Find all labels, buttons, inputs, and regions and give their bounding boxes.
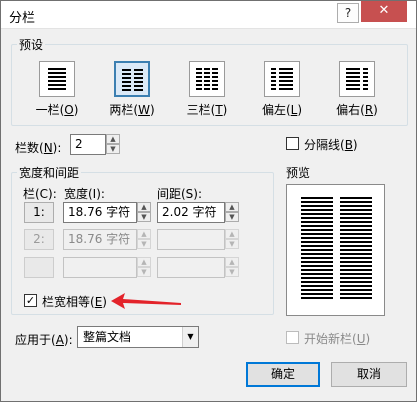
width-input-2: 18.76 字符 bbox=[63, 229, 137, 250]
column-number-1[interactable]: 1: bbox=[24, 202, 54, 223]
ok-button[interactable]: 确定 bbox=[246, 362, 320, 387]
column-number-3 bbox=[24, 257, 54, 278]
width-spacing-group-label: 宽度和间距 bbox=[17, 164, 82, 181]
column-count-label: 栏数(N): bbox=[15, 141, 62, 155]
width-input-3 bbox=[63, 257, 137, 278]
divider-label: 分隔线(B) bbox=[304, 138, 358, 152]
apply-to-select[interactable]: 整篇文档 ▼ bbox=[77, 326, 199, 348]
preset-right-label: 偏右( bbox=[336, 103, 365, 117]
preset-three-columns[interactable]: 三栏(T) bbox=[177, 61, 237, 118]
left-column-icon bbox=[264, 61, 300, 97]
annotation-arrow-icon bbox=[111, 293, 181, 309]
apply-to-value: 整篇文档 bbox=[83, 330, 132, 344]
spacing-input-2 bbox=[157, 229, 225, 250]
cancel-button[interactable]: 取消 bbox=[331, 362, 407, 387]
title-bar: 分栏 ? ✕ bbox=[1, 1, 416, 29]
spin-down-icon[interactable]: ▼ bbox=[106, 144, 120, 154]
chevron-down-icon[interactable]: ▼ bbox=[182, 327, 198, 347]
width-spinner-2: ▲ ▼ bbox=[137, 229, 151, 250]
spacing-spinner-1[interactable]: ▲ ▼ bbox=[225, 202, 239, 223]
preset-left-label: 偏左( bbox=[261, 103, 291, 117]
preset-left[interactable]: 偏左(L) bbox=[252, 61, 312, 118]
spacing-spinner-2: ▲ ▼ bbox=[225, 229, 239, 250]
spin-up-icon[interactable]: ▲ bbox=[106, 134, 120, 144]
equal-width-checkbox[interactable]: ✓ bbox=[24, 294, 37, 307]
width-spinner-1[interactable]: ▲ ▼ bbox=[137, 202, 151, 223]
one-column-icon bbox=[39, 61, 75, 97]
column-count-input[interactable]: 2 bbox=[70, 134, 106, 155]
width-spinner-3: ▲ ▼ bbox=[137, 257, 151, 278]
columns-dialog: 分栏 ? ✕ 预设 一栏(O) 两栏(W) 三栏(T) 偏左(L) 偏右(R) … bbox=[0, 0, 417, 402]
preset-three-columns-label: 三栏( bbox=[186, 103, 216, 117]
three-columns-icon bbox=[189, 61, 225, 97]
preset-two-columns-label: 两栏( bbox=[109, 103, 139, 117]
spacing-input-3 bbox=[157, 257, 225, 278]
new-column-checkbox bbox=[286, 331, 299, 344]
width-header: 宽度(I): bbox=[64, 187, 105, 201]
column-number-2: 2: bbox=[24, 229, 54, 250]
divider-checkbox[interactable] bbox=[286, 137, 299, 150]
equal-width-label: 栏宽相等(E) bbox=[42, 295, 107, 309]
presets-group-label: 预设 bbox=[17, 36, 46, 53]
preset-one-column[interactable]: 一栏(O) bbox=[27, 61, 87, 118]
apply-to-label: 应用于(A): bbox=[15, 333, 73, 347]
help-button[interactable]: ? bbox=[337, 3, 359, 23]
preview-label: 预览 bbox=[286, 166, 311, 180]
spacing-input-1[interactable]: 2.02 字符 bbox=[157, 202, 225, 223]
two-columns-icon bbox=[114, 61, 150, 97]
preset-one-column-label: 一栏( bbox=[35, 103, 65, 117]
dialog-title: 分栏 bbox=[9, 11, 36, 26]
right-column-icon bbox=[339, 61, 375, 97]
close-button[interactable]: ✕ bbox=[361, 1, 407, 22]
spacing-spinner-3: ▲ ▼ bbox=[225, 257, 239, 278]
col-header: 栏(C): bbox=[23, 187, 57, 201]
preset-right[interactable]: 偏右(R) bbox=[327, 61, 387, 118]
spacing-header: 间距(S): bbox=[157, 187, 203, 201]
width-input-1[interactable]: 18.76 字符 bbox=[63, 202, 137, 223]
preset-two-columns[interactable]: 两栏(W) bbox=[102, 61, 162, 118]
preview-page bbox=[286, 184, 385, 316]
column-count-spinner[interactable]: ▲ ▼ bbox=[106, 134, 120, 155]
new-column-label: 开始新栏(U) bbox=[304, 332, 371, 346]
